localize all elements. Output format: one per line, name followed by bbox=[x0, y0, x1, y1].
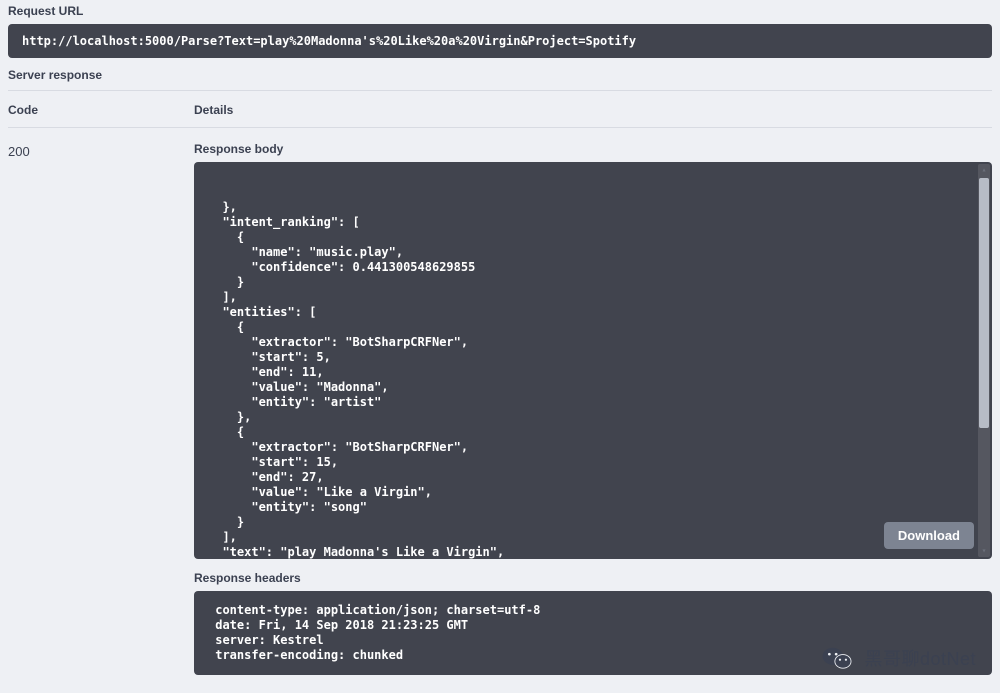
scrollbar[interactable]: ▴ ▾ bbox=[978, 164, 990, 557]
request-url-label: Request URL bbox=[8, 4, 992, 18]
response-body-text: }, "intent_ranking": [ { "name": "music.… bbox=[208, 200, 978, 559]
response-headers-label: Response headers bbox=[194, 571, 992, 585]
response-body-code[interactable]: }, "intent_ranking": [ { "name": "music.… bbox=[194, 162, 992, 559]
response-body-label: Response body bbox=[194, 142, 992, 156]
scrollbar-thumb[interactable] bbox=[979, 178, 989, 428]
scrollbar-down-icon[interactable]: ▾ bbox=[978, 545, 990, 557]
server-response-label: Server response bbox=[8, 68, 992, 91]
column-header-code: Code bbox=[8, 103, 194, 128]
response-code-value: 200 bbox=[8, 142, 194, 159]
column-header-details: Details bbox=[194, 103, 992, 128]
response-headers-code: content-type: application/json; charset=… bbox=[194, 591, 992, 675]
scrollbar-up-icon[interactable]: ▴ bbox=[978, 164, 990, 176]
request-url-value: http://localhost:5000/Parse?Text=play%20… bbox=[8, 24, 992, 58]
download-button[interactable]: Download bbox=[884, 522, 974, 549]
